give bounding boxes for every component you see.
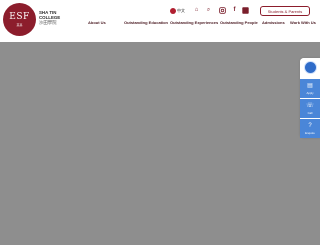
quick-link-call[interactable]: ☏ Call	[300, 99, 320, 118]
students-parents-button[interactable]: Students & Parents	[260, 6, 310, 16]
instagram-icon[interactable]	[219, 7, 226, 14]
language-switch[interactable]: 中文	[177, 8, 185, 14]
site-header: ESF 英基 SHA TIN COLLEGE 沙田學院 中文 ⌂ ⌕ f Stu…	[0, 0, 320, 42]
nav-item-outstanding-experiences[interactable]: Outstanding Experiences	[170, 20, 218, 25]
home-icon[interactable]: ⌂	[193, 7, 200, 14]
language-dot-icon[interactable]	[170, 8, 176, 14]
nav-item-outstanding-people[interactable]: Outstanding People	[220, 20, 258, 25]
nav-item-outstanding-education[interactable]: Outstanding Education	[124, 20, 168, 25]
facebook-icon[interactable]: f	[231, 7, 238, 14]
quick-link-apply[interactable]: ▤ Apply	[300, 79, 320, 98]
phone-icon: ☏	[306, 103, 314, 109]
linkedin-icon[interactable]	[242, 7, 249, 14]
hero-banner	[0, 42, 320, 245]
nav-item-work-with-us[interactable]: Work With Us	[290, 20, 316, 25]
nav-item-about-us[interactable]: About Us	[88, 20, 106, 25]
document-icon: ▤	[307, 83, 313, 89]
chat-badge-icon[interactable]	[304, 61, 317, 74]
nav-item-admissions[interactable]: Admissions	[262, 20, 285, 25]
search-icon[interactable]: ⌕	[205, 7, 212, 14]
question-icon: ?	[308, 123, 312, 129]
quick-link-label: Apply	[306, 91, 314, 95]
main-nav: About Us Outstanding Education Outstandi…	[0, 20, 320, 28]
quick-link-label: Enquire	[305, 131, 315, 135]
quick-link-enquire[interactable]: ? Enquire	[300, 119, 320, 138]
quick-link-label: Call	[307, 111, 313, 115]
